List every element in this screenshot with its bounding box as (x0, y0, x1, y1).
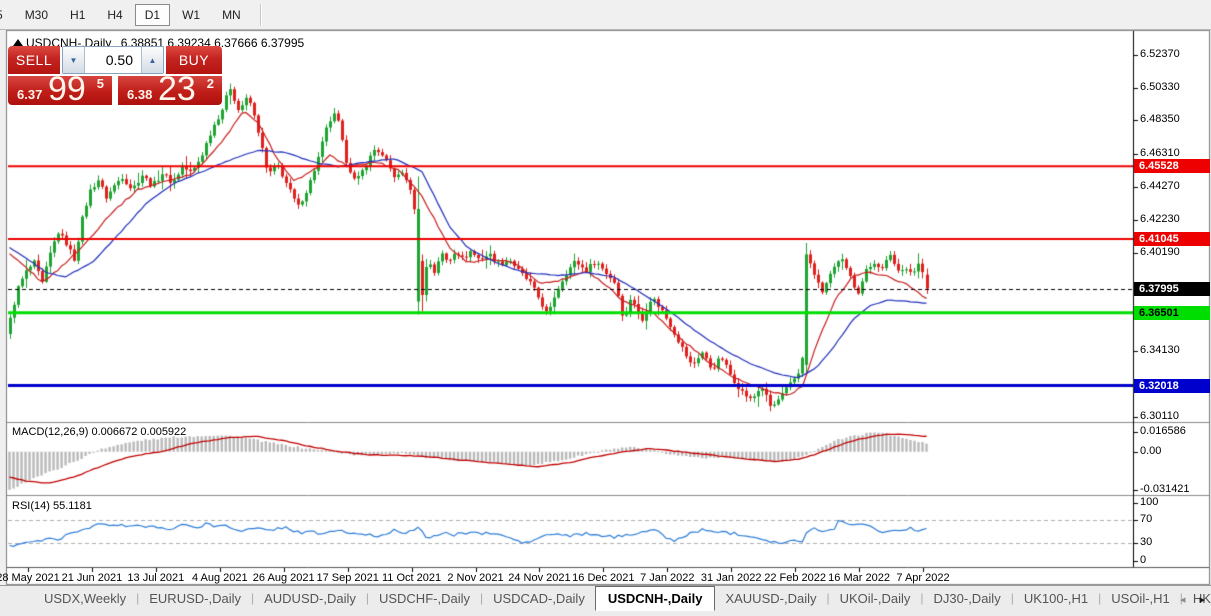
macd-header: MACD(12,26,9) 0.006672 0.005922 (12, 426, 186, 438)
buy-price-sup: 2 (207, 76, 214, 91)
price-tag: 6.32018 (1134, 379, 1210, 393)
date-axis-label: 22 Feb 2022 (764, 572, 826, 584)
rsi-axis-label: 100 (1140, 496, 1158, 508)
toolbar-separator (260, 4, 262, 26)
date-axis-label: 4 Aug 2021 (192, 572, 248, 584)
price-axis-label: 6.34130 (1140, 344, 1180, 356)
symbol-tab-xauusd[interactable]: XAUUSD-,Daily (715, 588, 826, 609)
date-axis-label: 17 Sep 2021 (316, 572, 378, 584)
price-axis-label: 6.50330 (1140, 81, 1180, 93)
date-axis-label: 7 Jan 2022 (640, 572, 694, 584)
date-axis-label: 16 Dec 2021 (572, 572, 634, 584)
price-tag: 6.36501 (1134, 306, 1210, 320)
spin-down-icon: ▼ (70, 56, 78, 65)
date-axis-label: 24 Nov 2021 (508, 572, 570, 584)
sell-price-display[interactable]: 6.37 99 5 (8, 76, 112, 105)
macd-axis-label: -0.031421 (1140, 483, 1190, 495)
price-axis-label: 6.30110 (1140, 410, 1179, 422)
tab-scroll-left-icon[interactable]: ◂ (1180, 593, 1186, 606)
price-axis-label: 6.48350 (1140, 113, 1180, 125)
one-click-trading-panel: SELL ▼ ▲ BUY 6.37 99 5 6.38 23 2 (8, 46, 222, 105)
timeframe-button-m30[interactable]: M30 (15, 4, 58, 26)
price-axis-label: 6.46310 (1140, 147, 1180, 159)
date-axis-label: 13 Jul 2021 (127, 572, 184, 584)
date-axis-label: 26 Aug 2021 (253, 572, 315, 584)
macd-axis-label: 0.016586 (1140, 425, 1186, 437)
date-axis-label: 2 Nov 2021 (447, 572, 503, 584)
date-axis-label: 7 Apr 2022 (896, 572, 949, 584)
date-axis-label: 31 Jan 2022 (701, 572, 762, 584)
rsi-axis-label: 0 (1140, 554, 1146, 566)
date-axis-label: 16 Mar 2022 (828, 572, 890, 584)
buy-price-small: 6.38 (127, 87, 152, 102)
price-tag: 6.37995 (1134, 282, 1210, 296)
timeframe-toolbar: 5M30H1H4D1W1MN (0, 0, 1211, 30)
price-tag: 6.41045 (1134, 232, 1210, 246)
symbol-tab-dj30[interactable]: DJ30-,Daily (924, 588, 1011, 609)
sell-price-small: 6.37 (17, 87, 42, 102)
price-axis-label: 6.52370 (1140, 48, 1180, 60)
symbol-tab-usdchf[interactable]: USDCHF-,Daily (369, 588, 480, 609)
symbol-tab-bar: USDX,Weekly|EURUSD-,Daily|AUDUSD-,Daily|… (0, 585, 1211, 616)
symbol-tab-uk100[interactable]: UK100-,H1 (1014, 588, 1098, 609)
timeframe-button-d1[interactable]: D1 (135, 4, 170, 26)
symbol-tab-usoil[interactable]: USOil-,H1 (1101, 588, 1180, 609)
timeframe-button-mn[interactable]: MN (212, 4, 251, 26)
timeframe-button-w1[interactable]: W1 (172, 4, 210, 26)
symbol-tab-eurusd[interactable]: EURUSD-,Daily (139, 588, 251, 609)
tab-scroll-right-icon[interactable]: ▸ (1199, 593, 1205, 606)
buy-price-display[interactable]: 6.38 23 2 (118, 76, 222, 105)
date-axis-label: 28 May 2021 (0, 572, 60, 584)
price-axis-label: 6.42230 (1140, 213, 1180, 225)
panel-collapse-icon[interactable] (13, 39, 23, 46)
date-axis-label: 11 Oct 2021 (382, 572, 441, 584)
price-tag: 6.45528 (1134, 159, 1210, 173)
timeframe-button-5[interactable]: 5 (0, 4, 13, 26)
symbol-tab-usdcnh[interactable]: USDCNH-,Daily (595, 586, 716, 611)
symbol-tab-audusd[interactable]: AUDUSD-,Daily (254, 588, 366, 609)
symbol-tab-usdx[interactable]: USDX,Weekly (34, 588, 136, 609)
rsi-header: RSI(14) 55.1181 (12, 500, 92, 512)
symbol-tab-usdcad[interactable]: USDCAD-,Daily (483, 588, 595, 609)
tab-scroll-buttons: ◂ ▸ (1180, 593, 1205, 606)
spin-up-icon: ▲ (149, 56, 157, 65)
sell-price-sup: 5 (97, 76, 104, 91)
volume-input[interactable] (85, 47, 141, 73)
price-axis-label: 6.40190 (1140, 246, 1180, 258)
symbol-tab-ukoil[interactable]: UKOil-,Daily (830, 588, 921, 609)
rsi-axis-label: 30 (1140, 536, 1152, 548)
timeframe-button-h4[interactable]: H4 (97, 4, 132, 26)
macd-axis-label: 0.00 (1140, 445, 1161, 457)
rsi-axis-label: 70 (1140, 513, 1152, 525)
price-axis-label: 6.44270 (1140, 180, 1180, 192)
date-axis-label: 21 Jun 2021 (62, 572, 123, 584)
sell-price-big: 99 (48, 70, 86, 109)
buy-price-big: 23 (158, 70, 196, 109)
timeframe-button-h1[interactable]: H1 (60, 4, 95, 26)
